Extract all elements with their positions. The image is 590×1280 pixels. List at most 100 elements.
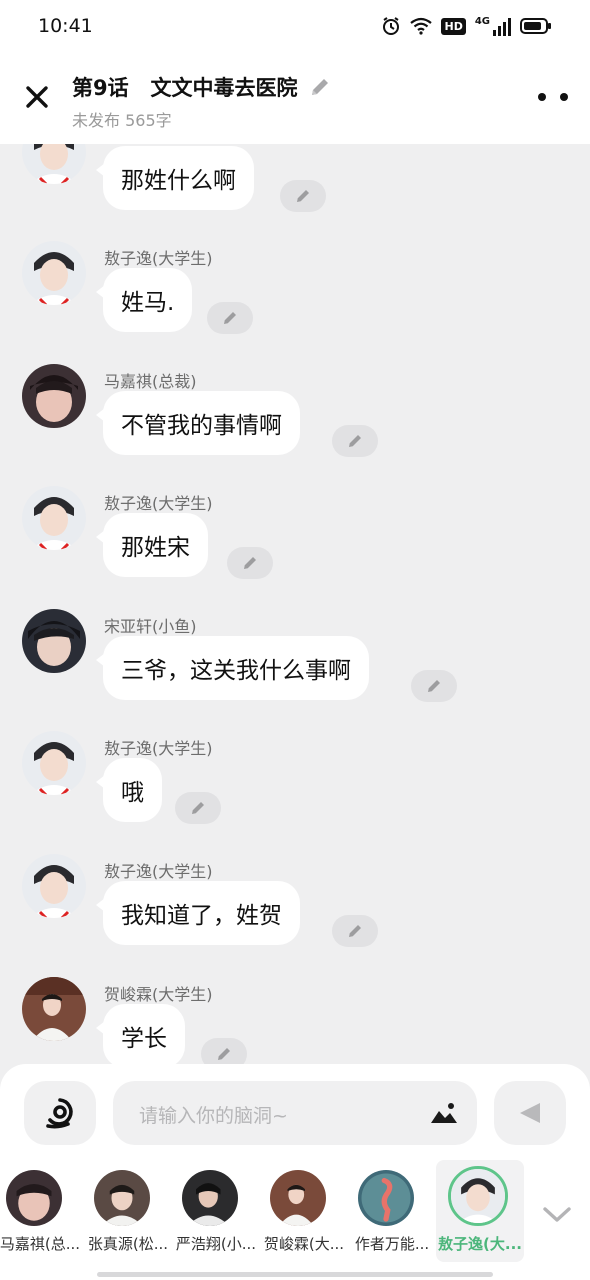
prompt-input[interactable]: 请输入你的脑洞~	[113, 1081, 477, 1145]
face-avatar-icon	[6, 1170, 62, 1226]
alarm-icon	[383, 17, 400, 35]
edit-button[interactable]	[175, 792, 221, 824]
character-label: 贺峻霖(大...	[263, 1235, 345, 1253]
face-avatar-icon	[22, 977, 86, 1041]
edit-button[interactable]	[332, 915, 378, 947]
sender-name: 贺峻霖(大学生)	[104, 985, 213, 1004]
send-icon	[520, 1103, 540, 1123]
avatar[interactable]	[22, 731, 86, 795]
pencil-icon[interactable]	[308, 75, 332, 99]
avatar[interactable]	[22, 609, 86, 673]
edit-button[interactable]	[332, 425, 378, 457]
face-avatar-icon	[94, 1170, 150, 1226]
message-bubble[interactable]: 不管我的事情啊	[96, 391, 300, 455]
character-label: 张真源(松...	[87, 1235, 169, 1253]
avatar[interactable]	[22, 364, 86, 428]
face-avatar-icon	[22, 854, 86, 918]
status-bar: 10:41 HD 4G	[0, 0, 590, 52]
avatar[interactable]	[22, 486, 86, 550]
character-item[interactable]: 作者万能...	[348, 1160, 436, 1262]
edit-button[interactable]	[201, 1038, 247, 1064]
network-label: 4G	[474, 16, 490, 27]
signal-bar	[503, 22, 506, 36]
message-text: 哦	[121, 780, 144, 806]
message-bubble[interactable]: 我知道了，姓贺	[96, 881, 300, 945]
pencil-icon	[224, 312, 236, 324]
more-icon	[538, 93, 546, 101]
sender-name: 敖子逸(大学生)	[104, 739, 213, 758]
home-indicator	[97, 1272, 493, 1277]
status-time: 10:41	[38, 15, 93, 37]
pencil-icon	[349, 925, 361, 937]
pencil-icon	[297, 190, 309, 202]
hd-icon: HD	[441, 17, 466, 35]
edit-button[interactable]	[411, 670, 457, 702]
message-text: 学长	[121, 1026, 167, 1052]
message-text: 那姓宋	[121, 535, 190, 561]
more-button[interactable]	[538, 88, 568, 106]
input-placeholder: 请输入你的脑洞~	[139, 1105, 288, 1127]
page-subtitle: 未发布 565字	[72, 111, 172, 130]
voice-button[interactable]	[24, 1081, 96, 1145]
pencil-icon	[428, 680, 440, 692]
avatar	[448, 1166, 508, 1226]
edit-button[interactable]	[280, 180, 326, 212]
message-text: 那姓什么啊	[121, 168, 236, 194]
close-icon	[26, 86, 48, 108]
character-bar[interactable]: 马嘉祺(总... 张真源(松... 严浩翔(小... 贺峻霖(大... 作者万能…	[0, 1160, 590, 1264]
edit-button[interactable]	[227, 547, 273, 579]
face-avatar-icon	[182, 1170, 238, 1226]
header: 第9话 文文中毒去医院 未发布 565字	[0, 52, 590, 144]
composer-panel: 请输入你的脑洞~ 马嘉祺(总... 张真源(松... 严浩翔(小... 贺峻霖(…	[0, 1064, 590, 1280]
chat-list[interactable]: 那姓什么啊 敖子逸(大学生) 姓马. 马嘉祺(总裁) 不管我的事情啊 敖子逸(大…	[0, 144, 590, 1064]
avatar	[182, 1170, 238, 1226]
message-bubble[interactable]: 三爷，这关我什么事啊	[96, 636, 369, 700]
avatar[interactable]	[22, 854, 86, 918]
chevron-down-icon[interactable]	[540, 1202, 574, 1226]
edit-button[interactable]	[207, 302, 253, 334]
character-item-selected[interactable]: 敖子逸(大...	[436, 1160, 524, 1262]
message-bubble[interactable]: 学长	[96, 1004, 185, 1064]
more-icon-dot	[560, 93, 568, 101]
signal-bar	[498, 26, 501, 36]
image-icon[interactable]	[429, 1101, 459, 1125]
status-icons: HD 4G	[381, 16, 552, 36]
message-text: 三爷，这关我什么事啊	[121, 658, 351, 684]
avatar	[270, 1170, 326, 1226]
avatar[interactable]	[22, 144, 86, 184]
character-item[interactable]: 严浩翔(小...	[172, 1160, 260, 1262]
character-item[interactable]: 张真源(松...	[84, 1160, 172, 1262]
sender-name: 敖子逸(大学生)	[104, 249, 213, 268]
page-title: 第9话 文文中毒去医院	[72, 76, 298, 100]
pencil-icon	[192, 802, 204, 814]
close-button[interactable]	[20, 80, 54, 114]
pencil-icon	[244, 557, 256, 569]
character-item[interactable]: 马嘉祺(总...	[0, 1160, 84, 1262]
message-bubble[interactable]: 那姓宋	[96, 513, 208, 577]
face-avatar-icon	[451, 1169, 505, 1223]
message-bubble[interactable]: 姓马.	[95, 268, 193, 332]
battery-icon	[520, 18, 551, 34]
face-avatar-icon	[22, 486, 86, 550]
sender-name: 宋亚轩(小鱼)	[104, 617, 197, 636]
send-button[interactable]	[494, 1081, 566, 1145]
title-row: 第9话 文文中毒去医院	[72, 72, 332, 102]
character-item[interactable]: 贺峻霖(大...	[260, 1160, 348, 1262]
avatar	[358, 1170, 414, 1226]
sender-name: 马嘉祺(总裁)	[104, 372, 197, 391]
avatar[interactable]	[22, 241, 86, 305]
face-avatar-icon	[22, 144, 86, 184]
signal-bar	[493, 30, 496, 36]
message-text: 我知道了，姓贺	[121, 903, 282, 929]
face-avatar-icon	[22, 241, 86, 305]
character-label: 严浩翔(小...	[175, 1235, 257, 1253]
message-bubble[interactable]: 那姓什么啊	[96, 146, 254, 210]
message-text: 不管我的事情啊	[121, 413, 282, 439]
voice-icon	[46, 1098, 73, 1129]
wifi-icon	[410, 17, 433, 35]
character-label: 马嘉祺(总...	[0, 1235, 81, 1253]
avatar[interactable]	[22, 977, 86, 1041]
signal-bar	[508, 18, 511, 36]
sender-name: 敖子逸(大学生)	[104, 494, 213, 513]
message-bubble[interactable]: 哦	[96, 758, 162, 822]
